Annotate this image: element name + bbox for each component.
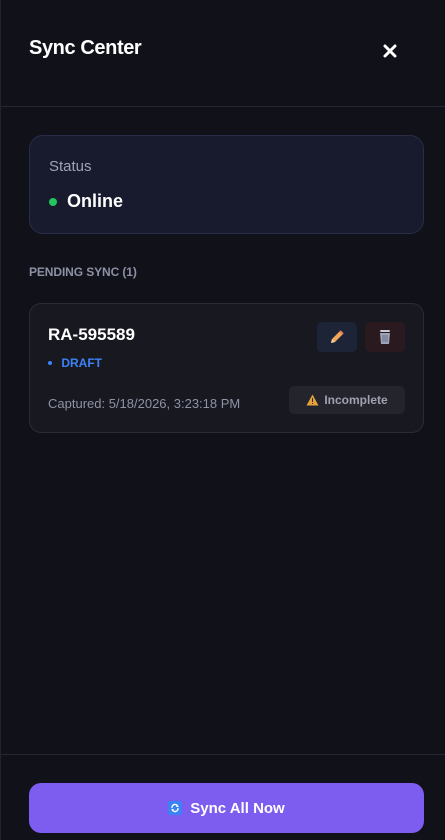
refresh-icon [168,801,183,815]
status-badge: Incomplete [289,386,405,414]
sync-center-panel: Sync Center Status Online PENDING SYNC (… [0,0,445,840]
online-status-dot [49,198,57,206]
draft-dot [48,360,52,365]
delete-item-button[interactable] [365,322,405,352]
pending-item-card: RA-595589 DRAFT Captured: 5/18/2026, 3:2… [29,303,424,433]
captured-timestamp: Captured: 5/18/2026, 3:23:18 PM [48,396,241,411]
panel-title: Sync Center [29,37,142,59]
trash-icon [380,330,390,344]
footer-divider [1,754,445,755]
sync-all-button[interactable]: Sync All Now [29,783,424,833]
header: Sync Center [1,0,445,107]
status-value: Online [67,191,124,211]
close-icon [383,44,397,58]
status-label: Status [49,158,92,175]
item-id: RA-595589 [48,325,135,344]
warning-icon [306,394,319,406]
pending-sync-heading: PENDING SYNC (1) [29,265,137,279]
pencil-icon [331,330,344,343]
status-card: Status Online [29,135,424,234]
sync-all-label: Sync All Now [190,799,285,817]
item-type-label: DRAFT [61,356,103,370]
item-type-badge: DRAFT [48,356,102,370]
edit-item-button[interactable] [317,322,357,352]
close-button[interactable] [379,40,401,62]
status-badge-label: Incomplete [324,393,388,407]
